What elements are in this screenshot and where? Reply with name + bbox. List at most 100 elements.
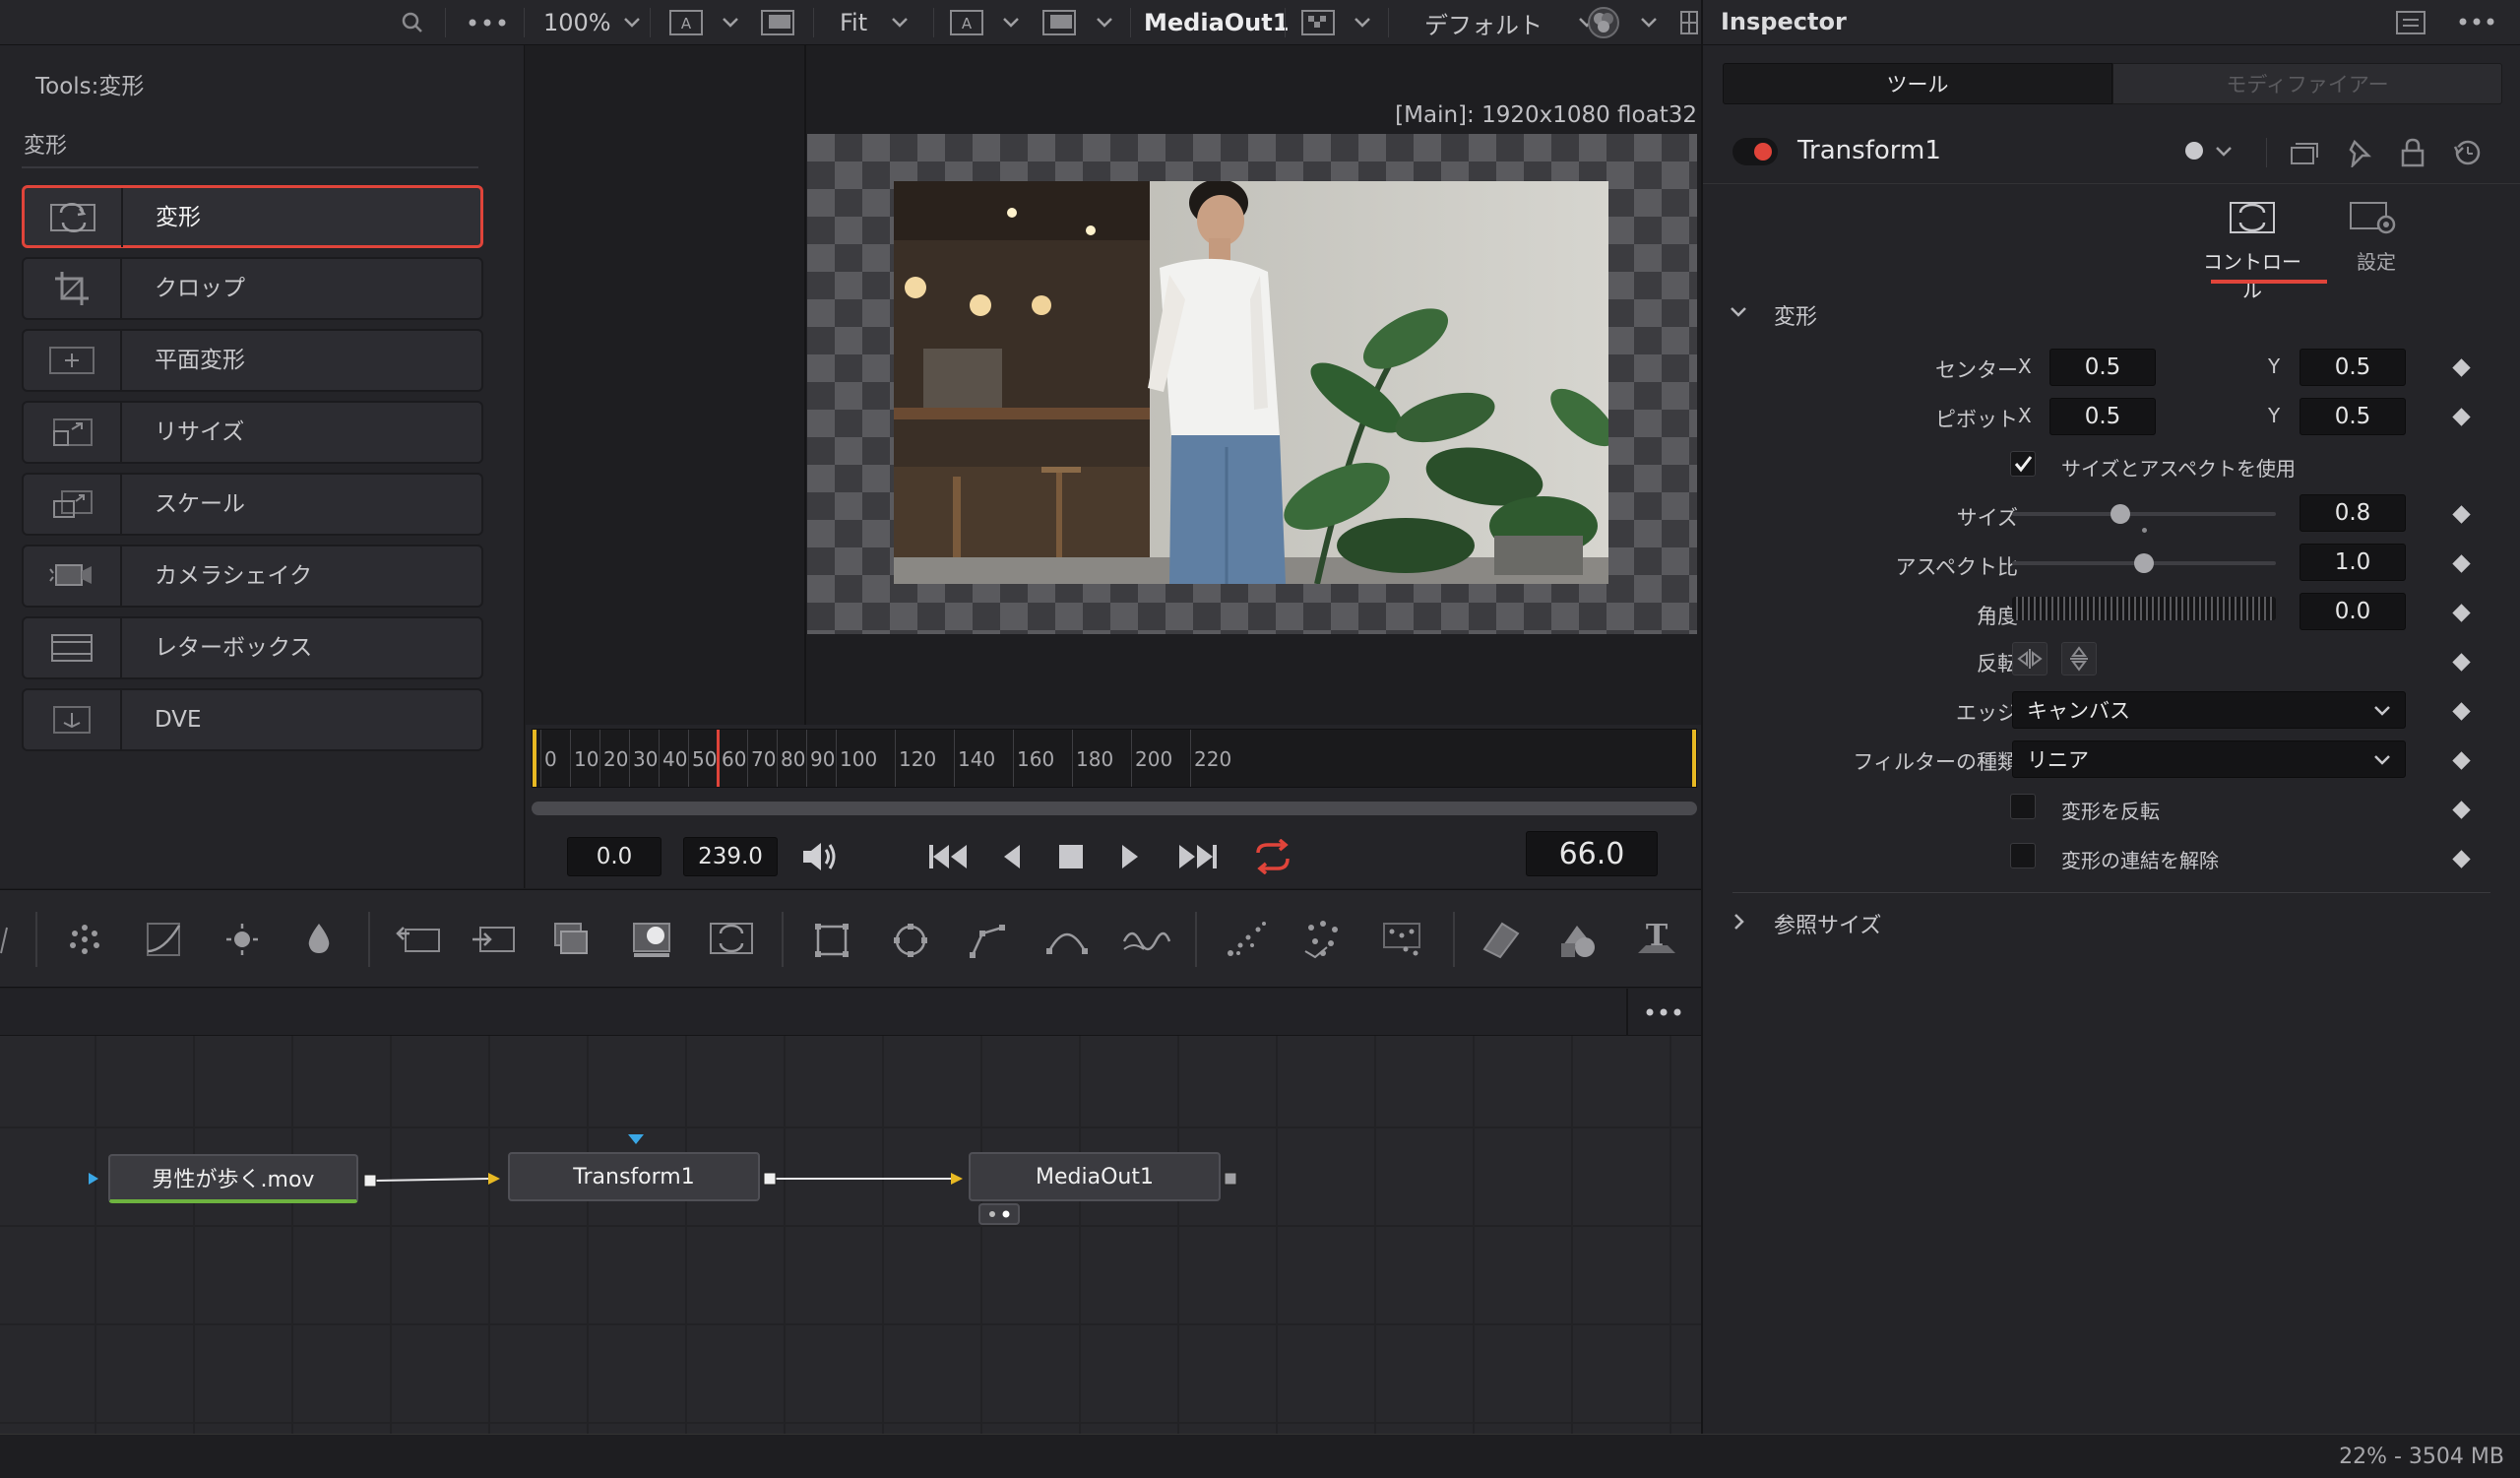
edges-dropdown[interactable]: キャンバス: [2012, 691, 2406, 729]
reset-icon[interactable]: [2453, 138, 2483, 167]
center-x-field[interactable]: 0.5: [2049, 349, 2156, 386]
angle-thumbwheel[interactable]: [2012, 597, 2276, 620]
range-start-marker[interactable]: [533, 730, 536, 787]
transform-tool-icon[interactable]: [471, 922, 520, 957]
keyframe-diamond[interactable]: [2452, 505, 2471, 524]
use-size-aspect-checkbox[interactable]: [2010, 451, 2036, 477]
size-slider[interactable]: [2012, 512, 2276, 516]
chevron-down-icon[interactable]: [1354, 0, 1371, 45]
node-media-out[interactable]: MediaOut1: [969, 1152, 1221, 1201]
node-enable-toggle[interactable]: [1732, 138, 1778, 165]
ellipse-mask-icon[interactable]: [892, 922, 929, 959]
chevron-down-icon[interactable]: [722, 0, 739, 45]
particles-icon[interactable]: [67, 922, 102, 957]
keyframe-diamond[interactable]: [2452, 653, 2471, 672]
subtab-settings[interactable]: 設定: [2327, 246, 2426, 275]
subtab-controls[interactable]: コントロール: [2203, 246, 2301, 303]
keyframe-diamond[interactable]: [2452, 850, 2471, 868]
size-field[interactable]: 0.8: [2300, 494, 2406, 532]
keyframe-diamond[interactable]: [2452, 702, 2471, 721]
step-back-icon[interactable]: [1000, 843, 1024, 870]
start-frame-field[interactable]: 0.0: [567, 837, 662, 876]
matte-control-icon[interactable]: [630, 920, 673, 959]
flip-vertical-button[interactable]: [2061, 642, 2097, 675]
chevron-down-icon[interactable]: [1002, 0, 1020, 45]
viewer-area[interactable]: [Main]: 1920x1080 float32: [526, 45, 1701, 725]
keyframe-diamond[interactable]: [2452, 408, 2471, 426]
flip-horizontal-button[interactable]: [2012, 642, 2048, 675]
center-y-field[interactable]: 0.5: [2300, 349, 2406, 386]
current-frame-field[interactable]: 66.0: [1526, 831, 1658, 876]
playhead[interactable]: [717, 730, 720, 787]
image-plane-3d-icon[interactable]: [1479, 920, 1524, 959]
versions-icon[interactable]: [2290, 140, 2319, 165]
chevron-down-icon[interactable]: [1640, 0, 1658, 45]
text-3d-icon[interactable]: T: [1634, 918, 1679, 961]
layers-icon[interactable]: [551, 920, 591, 959]
rectangle-mask-icon[interactable]: [813, 922, 850, 959]
paint-icon[interactable]: [1120, 922, 1173, 959]
tool-item-resize[interactable]: リサイズ: [22, 401, 483, 464]
speaker-icon[interactable]: [799, 839, 839, 874]
shape-3d-icon[interactable]: [1555, 918, 1601, 961]
chevron-down-icon[interactable]: [2215, 146, 2233, 158]
stop-icon[interactable]: [1059, 845, 1083, 868]
tool-item-scale[interactable]: スケール: [22, 473, 483, 536]
section-transform-title[interactable]: 変形: [1774, 299, 1817, 331]
more-options-icon[interactable]: [1646, 1008, 1681, 1016]
tool-item-letterbox[interactable]: レターボックス: [22, 616, 483, 679]
go-to-end-icon[interactable]: [1177, 843, 1219, 870]
viewer-canvas[interactable]: [807, 134, 1697, 634]
pflock-icon[interactable]: [1380, 920, 1425, 959]
chevron-down-icon[interactable]: [1096, 0, 1113, 45]
tool-item-dve[interactable]: DVE: [22, 688, 483, 751]
tool-item-transform[interactable]: 変形: [22, 185, 483, 248]
tab-tools[interactable]: ツール: [1723, 63, 2112, 104]
channel-a-button[interactable]: A: [669, 0, 703, 45]
fit-dropdown[interactable]: Fit: [840, 0, 909, 45]
chevron-right-icon[interactable]: [1732, 912, 1746, 932]
section-reference-size-title[interactable]: 参照サイズ: [1774, 908, 1881, 939]
merge-icon[interactable]: [394, 922, 443, 957]
zoom-dropdown[interactable]: 100%: [543, 0, 641, 45]
node-transform[interactable]: Transform1: [508, 1152, 760, 1201]
angle-field[interactable]: 0.0: [2300, 593, 2406, 630]
play-icon[interactable]: [1118, 843, 1142, 870]
loop-icon[interactable]: [1250, 839, 1295, 874]
pemitter-icon[interactable]: [1225, 920, 1268, 959]
tab-modifiers[interactable]: モディファイアー: [2112, 63, 2502, 104]
settings-icon[interactable]: [2347, 199, 2398, 236]
color-drop-icon[interactable]: [303, 920, 335, 957]
more-options-icon[interactable]: [468, 0, 507, 45]
keyframe-diamond[interactable]: [2452, 751, 2471, 770]
color-wheel-icon[interactable]: [1587, 0, 1620, 45]
transform-rotate-icon[interactable]: [707, 920, 756, 959]
lut-dropdown[interactable]: デフォルト: [1424, 0, 1596, 45]
tool-item-camera-shake[interactable]: カメラシェイク: [22, 545, 483, 608]
time-ruler[interactable]: 0 10 20 30 40 50 60 70 80 90 100 120 140 160 180 200 220: [532, 729, 1697, 788]
polygon-mask-icon[interactable]: [969, 922, 1008, 959]
split-view-button[interactable]: [761, 0, 794, 45]
channel-a-button-2[interactable]: A: [950, 0, 983, 45]
filter-dropdown[interactable]: リニア: [2012, 740, 2406, 778]
split-view-button-2[interactable]: [1042, 0, 1076, 45]
controls-icon[interactable]: [2227, 199, 2278, 236]
grid-icon[interactable]: [1679, 0, 1699, 45]
more-options-icon[interactable]: [2459, 18, 2494, 26]
unlink-transform-checkbox[interactable]: [2010, 843, 2036, 868]
invert-transform-checkbox[interactable]: [2010, 794, 2036, 819]
bspline-mask-icon[interactable]: [1045, 922, 1089, 959]
curves-icon[interactable]: [146, 922, 181, 957]
keyframe-diamond[interactable]: [2452, 554, 2471, 573]
end-frame-field[interactable]: 239.0: [683, 837, 778, 876]
search-icon[interactable]: [400, 0, 425, 45]
range-end-marker[interactable]: [1692, 730, 1696, 787]
node-view-indicator[interactable]: [978, 1203, 1020, 1225]
brightness-icon[interactable]: [224, 922, 260, 957]
checker-button[interactable]: [1301, 0, 1335, 45]
pivot-x-field[interactable]: 0.5: [2049, 398, 2156, 435]
size-slider-knob[interactable]: [2110, 504, 2130, 524]
pin-icon[interactable]: [2345, 138, 2372, 167]
node-media-in[interactable]: 男性が歩く.mov: [108, 1154, 358, 1203]
aspect-field[interactable]: 1.0: [2300, 544, 2406, 581]
